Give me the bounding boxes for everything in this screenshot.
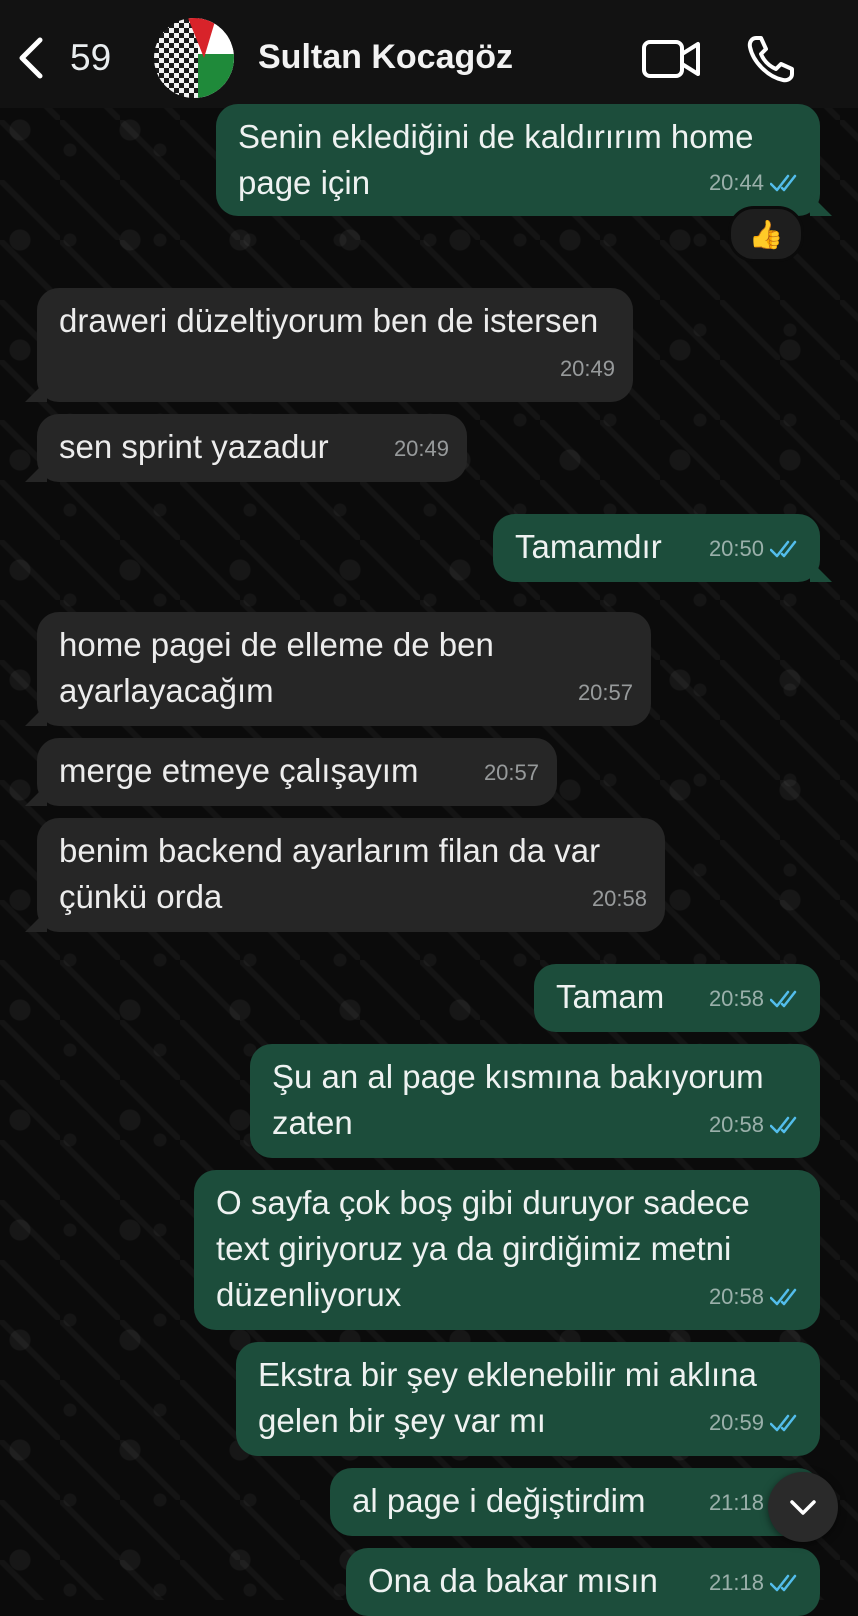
message-meta: 20:44 xyxy=(709,160,802,206)
message-bubble-incoming[interactable]: merge etmeye çalışayım 20:57 xyxy=(25,738,557,806)
message-time: 20:50 xyxy=(708,536,764,561)
voice-call-button[interactable] xyxy=(744,32,806,86)
message-bubble-outgoing[interactable]: Ona da bakar mısın 21:18 xyxy=(346,1548,820,1616)
message-meta: 20:58 xyxy=(709,976,802,1022)
message-meta: 20:59 xyxy=(709,1400,802,1446)
thumbs-up-icon: 👍 xyxy=(748,218,784,250)
message-time: 20:58 xyxy=(708,1284,764,1309)
message-bubble-outgoing[interactable]: al page i değiştirdim 21:18 xyxy=(330,1468,820,1536)
message-text: sen sprint yazadur xyxy=(59,428,329,465)
message-time: 21:18 xyxy=(708,1490,764,1515)
message-bubble-incoming[interactable]: draweri düzeltiyorum ben de istersen 20:… xyxy=(25,288,633,402)
chevron-left-icon xyxy=(19,37,43,79)
video-camera-icon xyxy=(642,40,700,78)
message-time: 20:58 xyxy=(708,986,764,1011)
bubble-tail xyxy=(25,784,47,806)
video-call-button[interactable] xyxy=(640,32,702,86)
message-text: benim backend ayarlarım filan da var çün… xyxy=(59,832,601,915)
message-text: draweri düzeltiyorum ben de istersen xyxy=(59,302,599,339)
avatar[interactable] xyxy=(154,18,234,98)
phone-icon xyxy=(747,36,794,83)
read-ticks-icon xyxy=(770,1574,797,1592)
message-time: 20:58 xyxy=(591,886,647,911)
reaction-badge[interactable]: 👍 xyxy=(728,206,804,262)
scroll-to-bottom-button[interactable] xyxy=(768,1472,838,1542)
read-ticks-icon xyxy=(770,1116,797,1134)
message-meta: 20:58 xyxy=(709,1274,802,1320)
message-bubble-outgoing[interactable]: Tamamdır 20:50 xyxy=(493,514,832,582)
message-time: 20:57 xyxy=(577,680,633,705)
contact-name[interactable]: Sultan Kocagöz xyxy=(258,38,513,77)
read-ticks-icon xyxy=(770,540,797,558)
message-time: 20:49 xyxy=(393,436,449,461)
chevron-down-icon xyxy=(790,1500,816,1515)
message-bubble-outgoing[interactable]: Ekstra bir şey eklenebilir mi aklına gel… xyxy=(236,1342,820,1456)
message-bubble-outgoing[interactable]: O sayfa çok boş gibi duruyor sadece text… xyxy=(194,1170,820,1330)
bubble-tail xyxy=(25,704,47,726)
message-list[interactable]: Senin eklediğini de kaldırırım home page… xyxy=(0,104,858,1616)
message-text: home pagei de elleme de ben ayarlayacağı… xyxy=(59,626,494,709)
bubble-tail xyxy=(810,560,832,582)
read-ticks-icon xyxy=(770,990,797,1008)
message-time: 20:57 xyxy=(483,760,539,785)
message-time: 21:18 xyxy=(708,1570,764,1595)
message-time: 20:59 xyxy=(708,1410,764,1435)
bubble-tail xyxy=(25,380,47,402)
message-bubble-outgoing[interactable]: Tamam 20:58 xyxy=(534,964,820,1032)
message-time: 20:44 xyxy=(708,170,764,195)
chat-header: 59 Sultan Kocagöz xyxy=(0,0,858,108)
unread-count: 59 xyxy=(70,37,112,78)
bubble-tail xyxy=(810,194,832,216)
back-button[interactable]: 59 xyxy=(14,30,134,86)
bubble-tail xyxy=(25,460,47,482)
message-bubble-outgoing[interactable]: Senin eklediğini de kaldırırım home page… xyxy=(216,104,832,216)
read-ticks-icon xyxy=(770,174,797,192)
read-ticks-icon xyxy=(770,1288,797,1306)
message-bubble-outgoing[interactable]: Şu an al page kısmına bakıyorum zaten 20… xyxy=(250,1044,820,1158)
message-time: 20:58 xyxy=(708,1112,764,1137)
message-bubble-incoming[interactable]: sen sprint yazadur 20:49 xyxy=(25,414,467,482)
message-bubble-incoming[interactable]: home pagei de elleme de ben ayarlayacağı… xyxy=(25,612,651,726)
message-meta: 21:18 xyxy=(709,1560,802,1606)
message-bubble-incoming[interactable]: benim backend ayarlarım filan da var çün… xyxy=(25,818,665,932)
avatar-image xyxy=(154,18,234,98)
message-text: merge etmeye çalışayım xyxy=(59,752,419,789)
message-time: 20:49 xyxy=(559,356,615,381)
bubble-tail xyxy=(25,910,47,932)
read-ticks-icon xyxy=(770,1414,797,1432)
message-meta: 20:50 xyxy=(709,526,802,572)
message-meta: 20:58 xyxy=(709,1102,802,1148)
